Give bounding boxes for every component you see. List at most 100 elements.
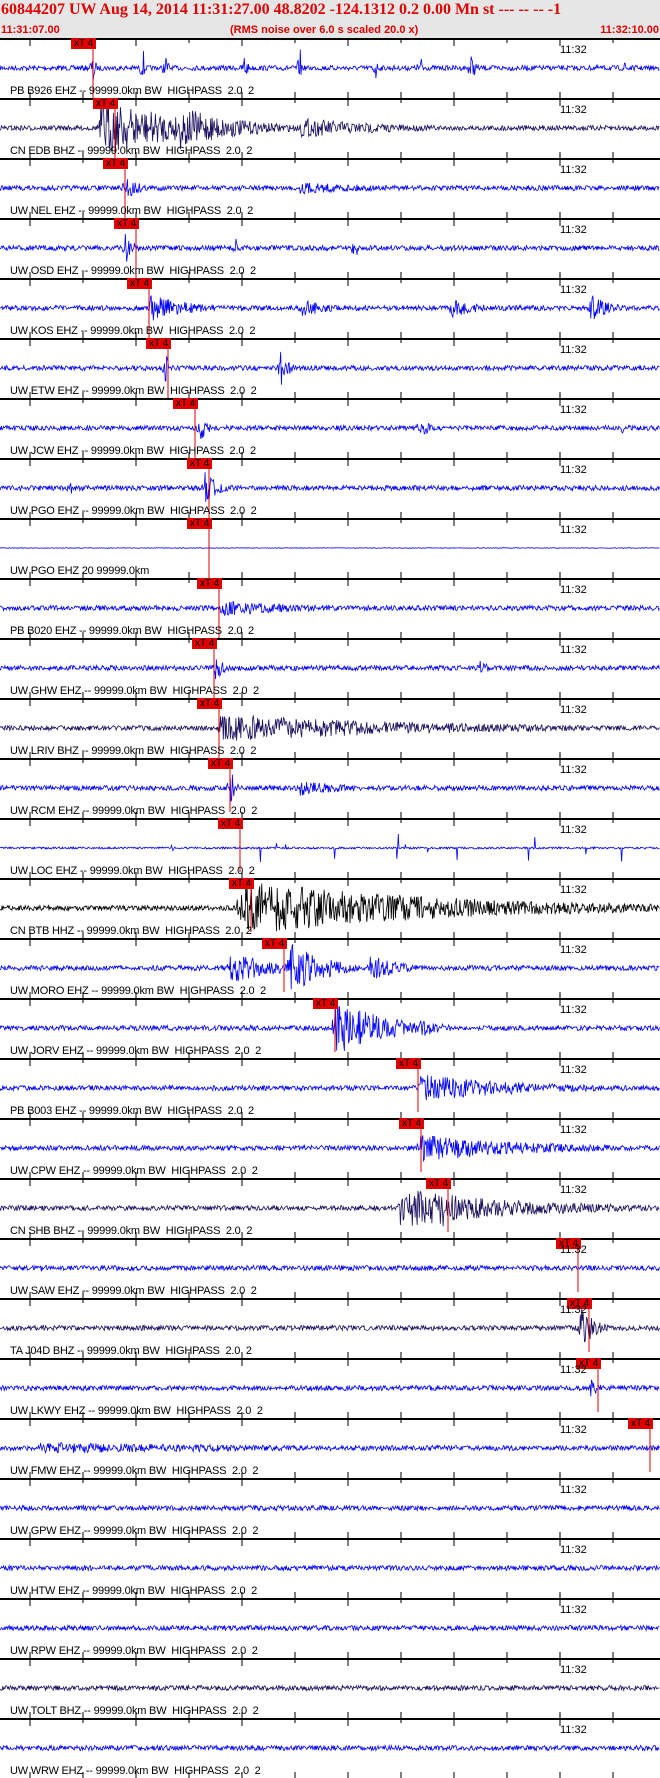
time-tick-label: 11:32 [560, 1604, 587, 1616]
time-tick-label: 11:32 [560, 164, 587, 176]
waveform [0, 1443, 659, 1453]
pick-marker: xT 4 [146, 338, 171, 349]
trace-row: xT 4 11:32 UW CPW EHZ -- 99999.0km BW HIGH… [0, 1118, 660, 1178]
pick-marker: xT 4 [114, 218, 139, 229]
pick-marker: xT 4 [187, 518, 212, 529]
waveform [0, 423, 659, 439]
station-label: CN BTB HHZ -- 99999.0km BW HIGHPASS 2.0 … [10, 925, 252, 937]
trace-row: xT 4 11:32 UW GHW EHZ -- 99999.0km BW HIGH… [0, 638, 660, 698]
station-label: UW LKWY EHZ -- 99999.0km BW HIGHPASS 2.0… [10, 1405, 263, 1417]
station-label: UW ETW EHZ -- 99999.0km BW HIGHPASS 2.0 … [10, 385, 257, 397]
trace-row: xT 4 11:32 UW OSD EHZ -- 99999.0km BW HIGH… [0, 218, 660, 278]
time-tick-label: 11:32 [560, 104, 587, 116]
trace-row: xT 4 11:32 CN SHB BHZ -- 99999.0km BW HIGH… [0, 1178, 660, 1238]
station-label: UW SAW EHZ -- 99999.0km BW HIGHPASS 2.0 … [10, 1285, 257, 1297]
waveform [0, 775, 659, 802]
time-tick-label: 11:32 [560, 404, 587, 416]
station-label: UW HTW EHZ -- 99999.0km BW HIGHPASS 2.0 … [10, 1585, 257, 1597]
waveform [0, 548, 659, 549]
time-tick-label: 11:32 [560, 1364, 587, 1376]
pick-marker: xT 4 [187, 458, 212, 469]
time-tick-label: 11:32 [560, 1484, 587, 1496]
waveform [0, 1380, 659, 1397]
event-title: 60844207 UW Aug 14, 2014 11:31:27.00 48.… [1, 1, 561, 19]
pick-marker: xT 4 [103, 158, 128, 169]
trace-row: xT 4 11:32 PB B003 EHZ -- 99999.0km BW HIG… [0, 1058, 660, 1118]
station-label: UW FMW EHZ -- 99999.0km BW HIGHPASS 2.0 … [10, 1465, 258, 1477]
waveform [0, 352, 659, 385]
waveform [0, 1075, 659, 1100]
pick-marker: xT 4 [262, 938, 287, 949]
time-tick-label: 11:32 [560, 824, 587, 836]
time-tick-label: 11:32 [560, 1664, 587, 1676]
waveform [0, 234, 659, 262]
waveform [0, 1566, 659, 1571]
waveform [0, 296, 659, 321]
time-tick-label: 11:32 [560, 1124, 587, 1136]
trace-row: xT 4 11:32 UW JORV EHZ -- 99999.0km BW HIG… [0, 998, 660, 1058]
waveform [0, 1746, 659, 1751]
station-label: CN EDB BHZ -- 99999.0km BW HIGHPASS 2.0 … [10, 145, 252, 157]
time-tick-label: 11:32 [560, 884, 587, 896]
pick-marker: xT 4 [93, 98, 118, 109]
pick-marker: xT 4 [229, 878, 254, 889]
waveform [0, 1686, 659, 1691]
trace-row: 11:32 UW HTW EHZ -- 99999.0km BW HIGHPASS… [0, 1538, 660, 1598]
waveform [0, 716, 659, 741]
waveform [0, 179, 659, 196]
trace-row: xT 4 11:32 CN EDB BHZ -- 99999.0km BW HIGH… [0, 98, 660, 158]
trace-row: xT 4 11:32 UW ETW EHZ -- 99999.0km BW HIGH… [0, 338, 660, 398]
trace-row: 11:32 UW WRW EHZ -- 99999.0km BW HIGHPASS… [0, 1718, 660, 1778]
station-label: UW PGO EHZ 20 99999.0km [10, 565, 149, 577]
station-label: UW PGO EHZ -- 99999.0km BW HIGHPASS 2.0 … [10, 505, 257, 517]
trace-row: xT 4 11:32 UW PGO EHZ -- 99999.0km BW HIGH… [0, 458, 660, 518]
station-label: UW JCW EHZ -- 99999.0km BW HIGHPASS 2.0 … [10, 445, 256, 457]
station-label: UW LOC EHZ -- 99999.0km BW HIGHPASS 2.0 … [10, 865, 255, 877]
time-tick-label: 11:32 [560, 44, 587, 56]
time-tick-label: 11:32 [560, 464, 587, 476]
pick-marker: xT 4 [71, 38, 96, 49]
trace-row: xT 4 11:32 UW KOS EHZ -- 99999.0km BW HIGH… [0, 278, 660, 338]
station-label: UW KOS EHZ -- 99999.0km BW HIGHPASS 2.0 … [10, 325, 255, 337]
waveform [0, 834, 659, 862]
trace-row: 11:32 UW RPW EHZ -- 99999.0km BW HIGHPASS… [0, 1598, 660, 1658]
station-label: UW LRIV BHZ -- 99999.0km BW HIGHPASS 2.0… [10, 745, 256, 757]
time-tick-label: 11:32 [560, 1724, 587, 1736]
station-label: UW RPW EHZ -- 99999.0km BW HIGHPASS 2.0 … [10, 1645, 258, 1657]
pick-marker: xT 4 [197, 578, 222, 589]
station-label: PB B926 EHZ -- 99999.0km BW HIGHPASS 2.0… [10, 85, 254, 97]
pick-marker: xT 4 [396, 1058, 421, 1069]
time-tick-label: 11:32 [560, 704, 587, 716]
time-tick-label: 11:32 [560, 584, 587, 596]
pick-marker: xT 4 [399, 1118, 424, 1129]
trace-row: 11:32 UW GPW EHZ -- 99999.0km BW HIGHPASS… [0, 1478, 660, 1538]
station-label: UW OSD EHZ -- 99999.0km BW HIGHPASS 2.0 … [10, 265, 256, 277]
trace-row: xT 4 11:32 PB B020 EHZ -- 99999.0km BW HIG… [0, 578, 660, 638]
time-tick-label: 11:32 [560, 1304, 587, 1316]
record-section: xT 4 11:32 PB B926 EHZ -- 99999.0km BW HIG… [0, 38, 660, 1778]
trace-row: xT 4 11:32 UW NEL EHZ -- 99999.0km BW HIGH… [0, 158, 660, 218]
station-label: UW MORO EHZ -- 99999.0km BW HIGHPASS 2.0… [10, 985, 266, 997]
trace-row: xT 4 11:32 UW MORO EHZ -- 99999.0km BW HIG… [0, 938, 660, 998]
waveform [0, 601, 659, 615]
pick-marker: xT 4 [192, 638, 217, 649]
start-time: 11:31:07.00 [1, 24, 60, 36]
time-tick-label: 11:32 [560, 1004, 587, 1016]
time-tick-label: 11:32 [560, 284, 587, 296]
waveform [0, 659, 659, 679]
pick-marker: xT 4 [173, 398, 198, 409]
station-label: UW RCM EHZ -- 99999.0km BW HIGHPASS 2.0 … [10, 805, 257, 817]
trace-row: xT 4 11:32 UW FMW EHZ -- 99999.0km BW HIGH… [0, 1418, 660, 1478]
waveform [0, 1191, 659, 1226]
trace-row: xT 4 11:32 UW LRIV BHZ -- 99999.0km BW HIG… [0, 698, 660, 758]
trace-row: xT 4 11:32 UW JCW EHZ -- 99999.0km BW HIGH… [0, 398, 660, 458]
time-tick-label: 11:32 [560, 524, 587, 536]
trace-row: xT 4 11:32 UW RCM EHZ -- 99999.0km BW HIGH… [0, 758, 660, 818]
station-label: UW NEL EHZ -- 99999.0km BW HIGHPASS 2.0 … [10, 205, 253, 217]
station-label: TA J04D BHZ -- 99999.0km BW HIGHPASS 2.0… [10, 1345, 252, 1357]
trace-row: xT 4 11:32 CN BTB HHZ -- 99999.0km BW HIGH… [0, 878, 660, 938]
station-label: UW GPW EHZ -- 99999.0km BW HIGHPASS 2.0 … [10, 1525, 258, 1537]
pick-marker: xT 4 [313, 998, 338, 1009]
pick-marker: xT 4 [127, 278, 152, 289]
trace-row: xT 4 11:32 UW LOC EHZ -- 99999.0km BW HIGH… [0, 818, 660, 878]
